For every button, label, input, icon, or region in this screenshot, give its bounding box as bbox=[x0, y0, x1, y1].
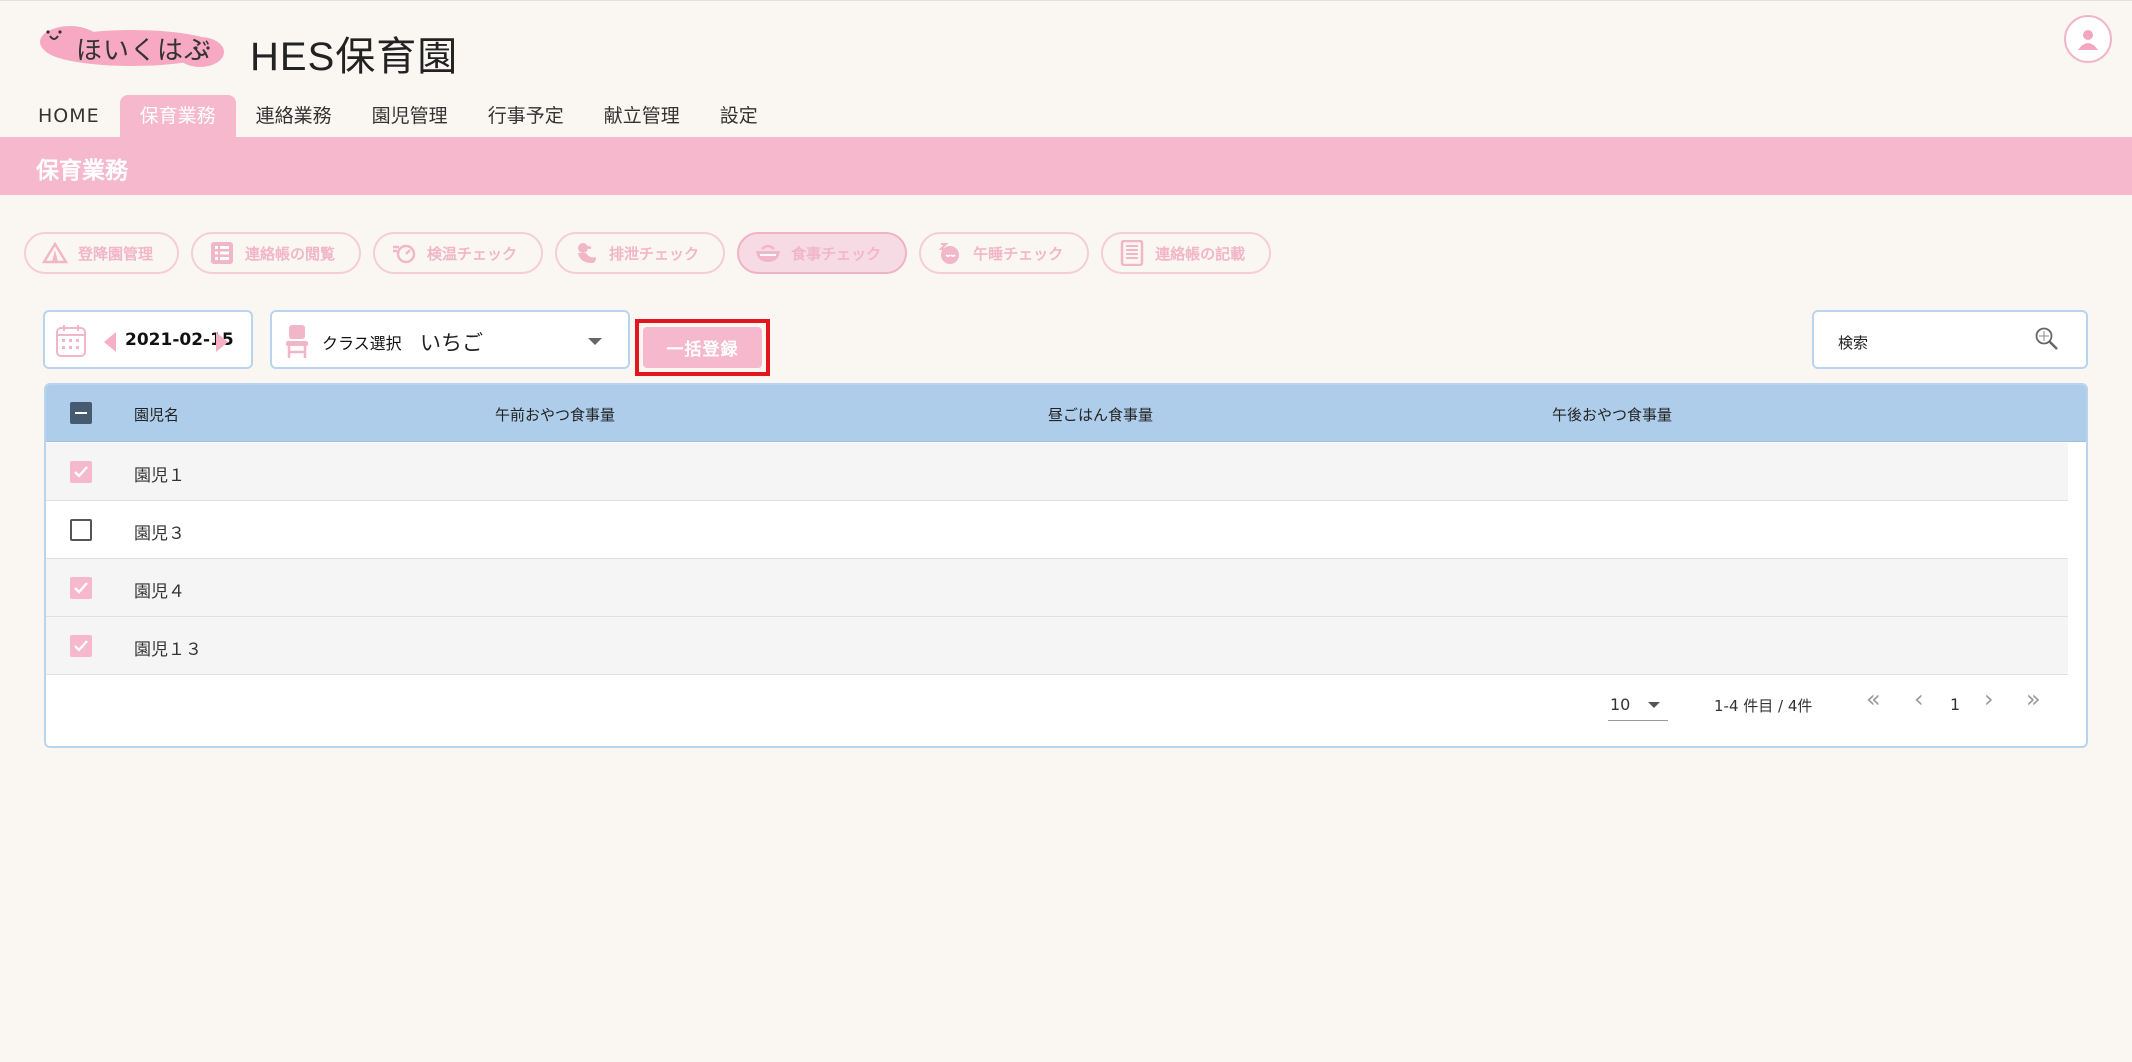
submenu-label: 連絡帳の閲覧 bbox=[245, 244, 336, 263]
chevron-down-icon bbox=[1648, 702, 1660, 708]
check-icon bbox=[74, 582, 88, 594]
table-row[interactable]: 園児１ bbox=[46, 443, 2068, 501]
submenu-attendance[interactable]: 登降園管理 bbox=[24, 232, 180, 274]
next-date-arrow-icon[interactable] bbox=[215, 331, 229, 353]
prev-date-arrow-icon[interactable] bbox=[103, 331, 117, 353]
top-divider bbox=[0, 0, 2132, 1]
column-header-afternoon-snack: 午後おやつ食事量 bbox=[1552, 406, 1673, 424]
calendar-icon[interactable] bbox=[55, 324, 87, 358]
table-row[interactable]: 園児４ bbox=[46, 559, 2068, 617]
submenu-label: 連絡帳の記載 bbox=[1155, 244, 1246, 263]
table-row[interactable]: 園児３ bbox=[46, 501, 2068, 559]
chevron-down-icon bbox=[588, 338, 602, 345]
logo-text: ほいくはぶ bbox=[76, 36, 212, 66]
submenu-label: 検温チェック bbox=[427, 244, 518, 263]
class-select[interactable]: クラス選択 いちご bbox=[270, 310, 630, 369]
child-name: 園児１３ bbox=[134, 640, 202, 660]
next-page-icon[interactable]: › bbox=[1984, 685, 1994, 713]
submenu-excretion[interactable]: 排泄チェック bbox=[555, 232, 726, 274]
child-name: 園児４ bbox=[134, 582, 185, 602]
nav-gyoji-yotei[interactable]: 行事予定 bbox=[468, 95, 584, 137]
nav-home[interactable]: HOME bbox=[0, 95, 120, 137]
nav-settei[interactable]: 設定 bbox=[700, 95, 778, 137]
last-page-icon[interactable]: » bbox=[2026, 685, 2041, 713]
submenu-label: 排泄チェック bbox=[609, 244, 700, 263]
section-title: 保育業務 bbox=[36, 158, 128, 184]
sleep-icon bbox=[937, 240, 963, 266]
bowl-icon bbox=[755, 240, 781, 266]
date-picker: 2021-02-15 bbox=[43, 310, 253, 369]
column-header-name: 園児名 bbox=[134, 406, 180, 424]
check-icon bbox=[74, 466, 88, 478]
tent-icon bbox=[42, 240, 68, 266]
class-select-label: クラス選択 bbox=[322, 334, 402, 353]
table-header: 園児名 午前おやつ食事量 昼ごはん食事量 午後おやつ食事量 bbox=[46, 385, 2086, 442]
nav-hoiku-gyomu[interactable]: 保育業務 bbox=[119, 95, 236, 137]
submenu-label: 食事チェック bbox=[791, 244, 882, 263]
app-title: HES保育園 bbox=[250, 35, 459, 79]
chair-icon bbox=[286, 325, 308, 358]
page-size-value: 10 bbox=[1610, 695, 1631, 714]
main-nav: HOME 保育業務 連絡業務 園児管理 行事予定 献立管理 設定 bbox=[0, 95, 778, 137]
list-icon bbox=[209, 240, 235, 266]
child-name: 園児１ bbox=[134, 466, 185, 486]
select-all-checkbox[interactable] bbox=[70, 402, 92, 424]
submenu-temperature[interactable]: 検温チェック bbox=[373, 232, 544, 274]
column-header-lunch: 昼ごはん食事量 bbox=[1048, 406, 1154, 424]
row-checkbox[interactable] bbox=[70, 635, 92, 657]
submenu-meal-check[interactable]: 食事チェック bbox=[737, 232, 908, 274]
submenu-contact-write[interactable]: 連絡帳の記載 bbox=[1101, 232, 1272, 274]
row-checkbox[interactable] bbox=[70, 519, 92, 541]
meal-check-table: 園児名 午前おやつ食事量 昼ごはん食事量 午後おやつ食事量 園児１ 園児３ 園児… bbox=[44, 383, 2088, 748]
thermometer-icon bbox=[391, 240, 417, 266]
prev-page-icon[interactable]: ‹ bbox=[1914, 685, 1924, 713]
submenu: 登降園管理 連絡帳の閲覧 検温チェック 排泄チェック 食事チェック 午睡チェック bbox=[24, 232, 1272, 274]
check-icon bbox=[74, 640, 88, 652]
nav-enji-kanri[interactable]: 園児管理 bbox=[352, 95, 468, 137]
current-page: 1 bbox=[1950, 695, 1961, 714]
section-header: 保育業務 bbox=[0, 137, 2132, 195]
submenu-nap[interactable]: 午睡チェック bbox=[919, 232, 1090, 274]
app-logo[interactable]: ほいくはぶ bbox=[40, 24, 224, 70]
column-header-morning-snack: 午前おやつ食事量 bbox=[495, 406, 616, 424]
class-select-value: いちご bbox=[420, 331, 483, 355]
row-checkbox[interactable] bbox=[70, 461, 92, 483]
duck-icon bbox=[573, 240, 599, 266]
nav-kondate-kanri[interactable]: 献立管理 bbox=[584, 95, 700, 137]
search-placeholder: 検索 bbox=[1838, 334, 1869, 352]
pagination-range: 1-4 件目 / 4件 bbox=[1714, 697, 1813, 715]
child-name: 園児３ bbox=[134, 524, 185, 544]
table-row[interactable]: 園児１３ bbox=[46, 617, 2068, 675]
row-checkbox[interactable] bbox=[70, 577, 92, 599]
user-icon bbox=[2078, 30, 2098, 50]
nav-renraku-gyomu[interactable]: 連絡業務 bbox=[236, 95, 352, 137]
submenu-label: 午睡チェック bbox=[973, 244, 1064, 263]
first-page-icon[interactable]: « bbox=[1866, 685, 1881, 713]
bulk-register-button[interactable]: 一括登録 bbox=[643, 327, 762, 368]
notebook-icon bbox=[1119, 240, 1145, 266]
submenu-label: 登降園管理 bbox=[78, 244, 154, 263]
search-field[interactable]: 検索 bbox=[1812, 310, 2088, 369]
search-icon[interactable] bbox=[2034, 326, 2060, 352]
submenu-contact-view[interactable]: 連絡帳の閲覧 bbox=[191, 232, 362, 274]
page-size-select[interactable]: 10 bbox=[1608, 691, 1668, 721]
user-avatar-button[interactable] bbox=[2064, 15, 2112, 63]
